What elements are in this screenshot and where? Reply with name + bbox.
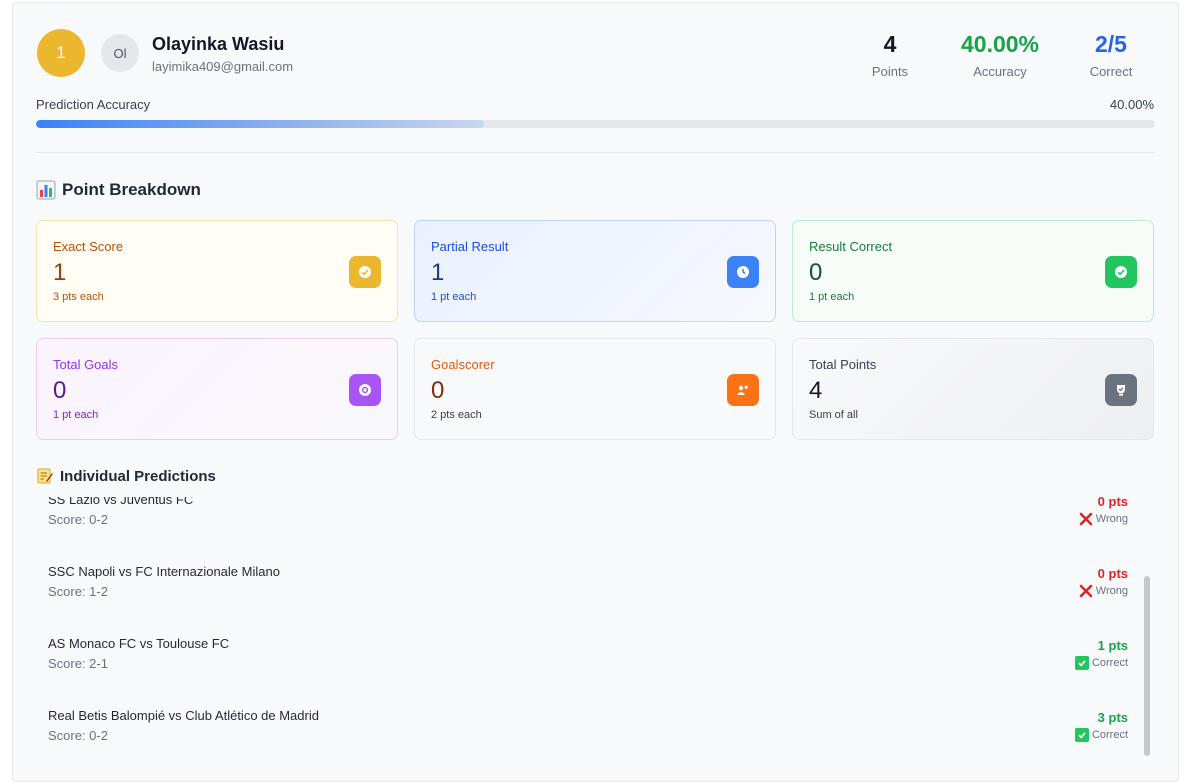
match-score: Score: 1-2 xyxy=(48,584,108,599)
users-icon xyxy=(727,374,759,406)
result-text: Wrong xyxy=(1095,585,1128,597)
breakdown-title: Result Correct xyxy=(809,239,893,254)
breakdown-goalscorer: Goalscorer 0 2 pts each xyxy=(414,338,776,440)
target-icon xyxy=(349,374,381,406)
breakdown-subtext: 1 pt each xyxy=(809,291,855,303)
stat-value: 40.00% xyxy=(960,31,1039,57)
stat-value: 4 xyxy=(883,31,897,57)
breakdown-total-goals: Total Goals 0 1 pt each xyxy=(36,338,398,440)
leaderboard-entry-card: 1 Ol Olayinka Wasiu layimika409@gmail.co… xyxy=(12,2,1179,782)
accuracy-progress-bar xyxy=(36,120,1155,128)
result-status: Wrong xyxy=(1079,512,1128,526)
prediction-row: SS Lazio vs Juventus FC Score: 0-2 0 pts… xyxy=(48,497,1128,548)
breakdown-title: Exact Score xyxy=(53,239,124,254)
scrollbar-thumb[interactable] xyxy=(1144,576,1150,756)
breakdown-count: 1 xyxy=(431,259,445,286)
check-circle-icon xyxy=(349,256,381,288)
individual-predictions-heading: Individual Predictions xyxy=(36,467,216,485)
divider xyxy=(36,152,1155,153)
avatar-initials: Ol xyxy=(113,45,127,61)
user-name: Olayinka Wasiu xyxy=(152,34,285,54)
match-name: SS Lazio vs Juventus FC xyxy=(48,497,194,507)
cross-mark-icon xyxy=(1079,584,1093,598)
prediction-row: Real Betis Balompié vs Club Atlético de … xyxy=(48,708,1128,764)
stat-accuracy: 40.00% Accuracy xyxy=(945,31,1055,79)
points-earned: 0 pts xyxy=(1097,497,1128,509)
stat-points: 4 Points xyxy=(835,31,945,79)
accuracy-progress-fill xyxy=(36,120,484,128)
check-circle-icon xyxy=(1105,256,1137,288)
points-earned: 0 pts xyxy=(1097,566,1128,581)
check-mark-icon xyxy=(1074,728,1089,742)
stat-label: Accuracy xyxy=(973,64,1027,79)
result-status: Wrong xyxy=(1079,584,1128,598)
breakdown-subtext: 1 pt each xyxy=(431,291,477,303)
breakdown-total-points: Total Points 4 Sum of all xyxy=(792,338,1154,440)
stat-label: Correct xyxy=(1089,64,1133,79)
section-title-text: Individual Predictions xyxy=(60,467,216,485)
breakdown-count: 0 xyxy=(431,377,445,404)
match-name: Real Betis Balompié vs Club Atlético de … xyxy=(48,708,319,723)
breakdown-exact-score: Exact Score 1 3 pts each xyxy=(36,220,398,322)
match-score: Score: 2-1 xyxy=(48,656,108,671)
breakdown-title: Goalscorer xyxy=(431,357,495,372)
match-score: Score: 0-2 xyxy=(48,728,108,743)
check-mark-icon xyxy=(1074,656,1089,670)
breakdown-subtext: 1 pt each xyxy=(53,409,99,421)
breakdown-count: 4 xyxy=(809,377,823,404)
breakdown-result-correct: Result Correct 0 1 pt each xyxy=(792,220,1154,322)
result-status: Correct xyxy=(1074,656,1128,670)
predictions-list[interactable]: SS Lazio vs Juventus FC Score: 0-2 0 pts… xyxy=(13,497,1180,772)
accuracy-label: Prediction Accuracy xyxy=(36,97,151,112)
breakdown-count: 0 xyxy=(809,259,823,286)
points-earned: 3 pts xyxy=(1097,710,1128,725)
clock-icon xyxy=(727,256,759,288)
user-email: layimika409@gmail.com xyxy=(152,59,294,74)
prediction-row: AS Monaco FC vs Toulouse FC Score: 2-1 1… xyxy=(48,636,1128,692)
result-text: Correct xyxy=(1091,729,1128,741)
trophy-icon xyxy=(1105,374,1137,406)
points-earned: 1 pts xyxy=(1097,638,1128,653)
breakdown-subtext: Sum of all xyxy=(809,409,858,421)
bar-chart-icon xyxy=(36,180,56,200)
memo-icon xyxy=(37,468,53,484)
stat-value: 2/5 xyxy=(1095,31,1127,57)
breakdown-title: Total Goals xyxy=(53,357,119,372)
result-status: Correct xyxy=(1074,728,1128,742)
breakdown-count: 1 xyxy=(53,259,67,286)
breakdown-partial-result: Partial Result 1 1 pt each xyxy=(414,220,776,322)
section-title-text: Point Breakdown xyxy=(62,180,201,199)
breakdown-subtext: 2 pts each xyxy=(431,409,482,421)
stat-label: Points xyxy=(871,64,909,79)
rank-badge: 1 xyxy=(37,29,85,77)
avatar: Ol xyxy=(101,34,139,72)
cross-mark-icon xyxy=(1079,512,1093,526)
breakdown-count: 0 xyxy=(53,377,67,404)
prediction-row: SSC Napoli vs FC Internazionale Milano S… xyxy=(48,564,1128,620)
rank-number: 1 xyxy=(56,43,66,62)
accuracy-value: 40.00% xyxy=(1109,97,1154,112)
point-breakdown-heading: Point Breakdown xyxy=(36,180,201,200)
breakdown-title: Total Points xyxy=(809,357,877,372)
result-text: Wrong xyxy=(1095,513,1128,525)
match-name: AS Monaco FC vs Toulouse FC xyxy=(48,636,230,651)
result-text: Correct xyxy=(1091,657,1128,669)
breakdown-title: Partial Result xyxy=(431,239,509,254)
match-name: SSC Napoli vs FC Internazionale Milano xyxy=(48,564,280,579)
stat-correct: 2/5 Correct xyxy=(1056,31,1166,79)
breakdown-subtext: 3 pts each xyxy=(53,291,104,303)
match-score: Score: 0-2 xyxy=(48,512,108,527)
